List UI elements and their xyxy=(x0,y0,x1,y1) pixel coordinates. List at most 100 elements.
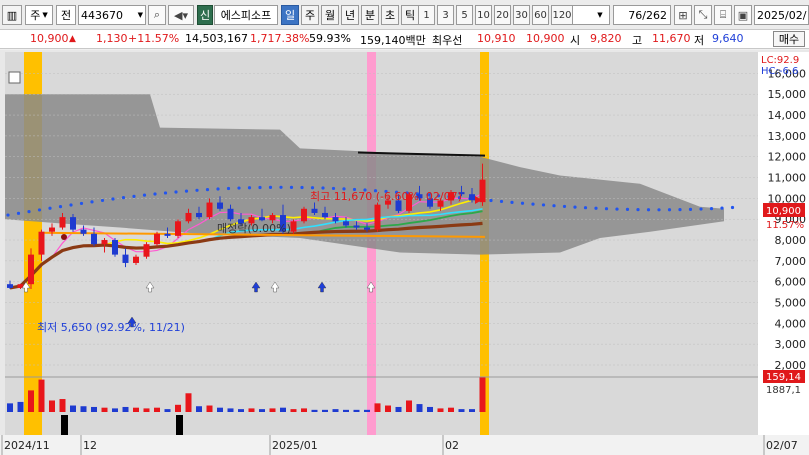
volume-bar xyxy=(406,400,412,412)
save-icon[interactable]: ▣ xyxy=(734,5,752,25)
interval-button[interactable]: 1 xyxy=(418,5,435,25)
interval-button[interactable]: 5 xyxy=(456,5,473,25)
interval-dropdown[interactable]: ▼ xyxy=(572,5,610,25)
dotted-ma-point xyxy=(552,204,556,208)
volume-bar xyxy=(91,406,97,412)
dotted-ma-point xyxy=(79,201,84,206)
period-button[interactable]: 일 xyxy=(281,5,299,25)
stock-name-field[interactable]: 에스피소프 xyxy=(214,5,278,25)
credit-badge[interactable]: 신 xyxy=(197,5,213,25)
volume-bar xyxy=(175,404,181,412)
dotted-ma-point xyxy=(226,186,231,191)
lc-label: LC:92.9 xyxy=(761,55,799,66)
volume-bar xyxy=(269,408,276,412)
candle-body xyxy=(196,212,202,218)
interval-button[interactable]: 20 xyxy=(494,5,511,25)
dotted-ma-point xyxy=(289,185,294,189)
candle-body xyxy=(7,284,13,288)
open-price: 9,820 xyxy=(590,32,622,45)
dotted-ma-point xyxy=(489,198,493,203)
interval-button[interactable]: 10 xyxy=(475,5,492,25)
dotted-ma-point xyxy=(699,207,703,211)
period-button[interactable]: 초 xyxy=(381,5,399,25)
volume-bar xyxy=(122,406,129,412)
end-date-input[interactable]: 2025/02/ xyxy=(754,5,809,25)
dotted-ma-point xyxy=(279,185,283,189)
price-chart[interactable]: 16,00015,00014,00013,00012,00011,00010,0… xyxy=(0,50,809,455)
stock-code-input[interactable]: 443670 ▼ xyxy=(78,5,146,25)
volume-bar xyxy=(143,408,150,412)
dotted-ma-point xyxy=(730,205,735,210)
candle-body xyxy=(469,194,475,201)
dotted-ma-point xyxy=(184,189,189,193)
x-tick-label: 02/07 xyxy=(766,439,798,452)
volume-bar xyxy=(301,408,307,412)
speaker-icon[interactable]: ◀▾ xyxy=(168,5,194,25)
volume-percent: 1,717.38% xyxy=(250,32,310,45)
dotted-ma-point xyxy=(16,211,21,215)
prefix-label[interactable]: 전 xyxy=(56,5,76,25)
candle-body xyxy=(353,225,360,228)
chart-type-icon[interactable]: ▥ xyxy=(2,5,22,25)
dotted-ma-point xyxy=(520,201,525,205)
y-tick-label: 11,000 xyxy=(768,172,807,185)
interval-button[interactable]: 60 xyxy=(532,5,549,25)
volume-bar xyxy=(280,407,286,412)
dotted-ma-point xyxy=(688,207,693,211)
pct-tag: 11.57% xyxy=(766,220,804,231)
search-icon[interactable]: ⌕ xyxy=(148,5,166,25)
dotted-ma-point xyxy=(132,194,136,198)
volume-bar xyxy=(112,408,118,412)
candle-body xyxy=(206,202,213,218)
dotted-ma-point xyxy=(205,187,210,192)
y-tick-label: 13,000 xyxy=(768,130,807,143)
dotted-ma-point xyxy=(562,204,567,209)
change-arrow: ▲ xyxy=(69,34,76,44)
period-button[interactable]: 분 xyxy=(361,5,379,25)
interval-button[interactable]: 30 xyxy=(513,5,530,25)
page-counter-input[interactable]: 76/262 xyxy=(613,5,671,25)
dotted-ma-point xyxy=(6,213,10,217)
chevron-down-icon: ▼ xyxy=(597,11,603,19)
high-price: 11,670 xyxy=(652,32,691,45)
x-tick-label: 2024/11 xyxy=(4,439,50,452)
dotted-ma-point xyxy=(709,207,714,211)
volume-bar xyxy=(374,403,381,412)
crosshair-icon[interactable]: ⤡ xyxy=(694,5,712,25)
grid-toggle-icon[interactable] xyxy=(8,71,21,84)
interval-button[interactable]: 120 xyxy=(551,5,573,25)
volume-bar xyxy=(154,407,160,412)
volume-value: 14,503,167 xyxy=(185,32,248,45)
volume-bar xyxy=(38,379,45,412)
lock-icon[interactable]: ⌸ xyxy=(714,5,732,25)
interval-button[interactable]: 3 xyxy=(437,5,454,25)
volume-bar xyxy=(70,405,76,412)
volume-bar xyxy=(17,401,24,412)
volume-bar xyxy=(59,399,66,412)
dotted-ma-point xyxy=(174,190,178,194)
candle-body xyxy=(28,254,34,285)
volume-bar xyxy=(7,403,13,412)
candle-body xyxy=(49,227,55,232)
turnover-percent: 59.93% xyxy=(309,32,351,45)
hc-label: HC:-6.6 xyxy=(761,66,798,77)
market-select[interactable]: 주 ▼ xyxy=(25,5,53,25)
period-button[interactable]: 주 xyxy=(301,5,319,25)
volume-bar xyxy=(185,393,192,412)
dotted-ma-point xyxy=(58,205,63,209)
dotted-ma-point xyxy=(111,197,115,201)
buy-button[interactable]: 매수 xyxy=(773,31,805,47)
candle-body xyxy=(269,215,276,221)
candle-body xyxy=(101,240,108,245)
period-button[interactable]: 년 xyxy=(341,5,359,25)
period-button[interactable]: 틱 xyxy=(401,5,419,25)
dotted-ma-point xyxy=(195,188,199,192)
grid-icon[interactable]: ⊞ xyxy=(674,5,692,25)
y-tick-label: 4,000 xyxy=(775,317,807,330)
dotted-ma-point xyxy=(678,208,682,212)
dotted-ma-point xyxy=(48,206,52,210)
period-button[interactable]: 월 xyxy=(321,5,339,25)
dotted-ma-point xyxy=(310,186,315,190)
candle-body xyxy=(154,233,160,245)
candle-body xyxy=(122,254,129,263)
